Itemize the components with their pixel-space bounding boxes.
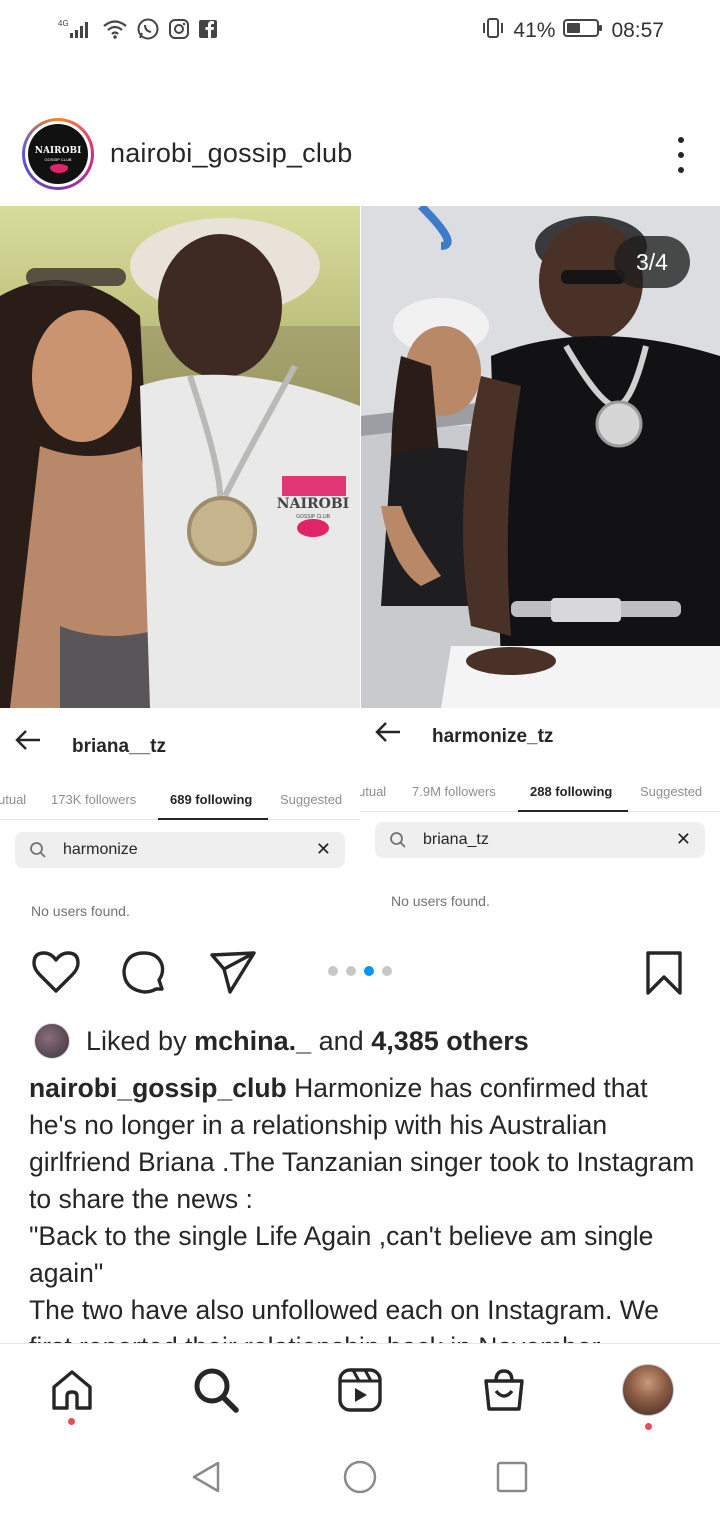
profile-notification-dot [645, 1423, 652, 1430]
more-options-icon[interactable] [676, 137, 686, 173]
carousel-dots [328, 966, 392, 976]
poster-avatar[interactable]: NAIROBI GOSSIP CLUB [22, 118, 94, 190]
lips-logo-icon [50, 164, 68, 173]
likes-prefix: Liked by [86, 1025, 195, 1056]
whatsapp-icon [136, 17, 160, 46]
follow-tabs: utual 173K followers 689 following Sugge… [0, 780, 360, 820]
carousel-dot [328, 966, 338, 976]
status-left-icons: 4G [58, 16, 218, 46]
panel-search-field: harmonize ✕ [15, 832, 345, 868]
photo-couple-left: NAIROBI GOSSIP CLUB [0, 206, 360, 708]
caption-username[interactable]: nairobi_gossip_club [29, 1073, 287, 1103]
battery-icon [563, 18, 603, 44]
panel-title: briana__tz [72, 736, 166, 757]
liker-username[interactable]: mchina._ [194, 1026, 311, 1056]
active-tab-indicator [158, 818, 268, 820]
clear-icon: ✕ [675, 829, 691, 849]
battery-percent: 41% [513, 19, 556, 42]
search-icon [389, 831, 407, 854]
wifi-icon [102, 18, 128, 45]
post-caption: nairobi_gossip_club Harmonize has confir… [29, 1070, 699, 1343]
clear-icon: ✕ [315, 839, 331, 859]
search-icon[interactable] [192, 1366, 240, 1414]
tab-mutual: utual [360, 784, 387, 799]
reels-icon[interactable] [336, 1366, 384, 1414]
liker-avatar [34, 1023, 70, 1059]
svg-text:4G: 4G [58, 19, 69, 28]
photo-couple-right: 3/4 [361, 206, 720, 708]
tab-suggested: Suggested [280, 792, 343, 807]
panel-title: harmonize_tz [432, 726, 554, 747]
bookmark-icon[interactable] [644, 949, 684, 1002]
tab-mutual: utual [0, 792, 27, 807]
carousel-dot-active [364, 966, 374, 976]
profile-avatar[interactable] [620, 1362, 676, 1418]
tab-followers: 173K followers [51, 792, 137, 807]
follow-tabs: utual 7.9M followers 288 following Sugge… [360, 772, 720, 812]
home-icon[interactable] [48, 1366, 96, 1414]
facebook-icon [198, 19, 218, 44]
avatar-logo-subtext: GOSSIP CLUB [44, 157, 72, 162]
post-header: NAIROBI GOSSIP CLUB nairobi_gossip_club [0, 112, 720, 198]
post-actions [0, 945, 720, 1001]
slide-counter: 3/4 [614, 236, 690, 288]
tab-following: 689 following [170, 792, 253, 807]
recents-icon[interactable] [494, 1459, 530, 1500]
panel-search-field: briana_tz ✕ [375, 822, 705, 858]
comment-icon[interactable] [120, 949, 168, 1002]
panel-search-value: briana_tz [423, 831, 489, 848]
search-icon [29, 841, 47, 864]
empty-result-text: No users found. [31, 903, 130, 919]
signal-icon: 4G [58, 18, 94, 45]
panel-search-value: harmonize [63, 841, 138, 858]
screenshot-panel-briana: briana__tz utual 173K followers 689 foll… [0, 708, 360, 938]
shop-icon[interactable] [480, 1366, 528, 1414]
home-circle-icon[interactable] [342, 1459, 378, 1500]
system-navigation [0, 1433, 720, 1520]
post-username[interactable]: nairobi_gossip_club [110, 138, 352, 169]
likes-middle: and [311, 1025, 372, 1056]
tab-suggested: Suggested [640, 784, 703, 799]
clock: 08:57 [611, 19, 664, 42]
active-tab-indicator [518, 810, 628, 812]
post-media[interactable]: NAIROBI GOSSIP CLUB 3/4 briana__tz utual… [0, 206, 720, 938]
screenshot-panel-harmonize: harmonize_tz utual 7.9M followers 288 fo… [360, 708, 720, 938]
back-arrow-icon [374, 720, 402, 749]
tab-followers: 7.9M followers [412, 784, 496, 799]
bottom-navigation [0, 1343, 720, 1433]
instagram-icon [168, 18, 190, 45]
avatar-logo-text: NAIROBI [34, 146, 82, 156]
status-bar: 4G 41% 08:57 [0, 0, 720, 62]
status-right-icons: 41% 08:57 [481, 16, 664, 46]
likes-count[interactable]: 4,385 others [371, 1026, 529, 1056]
empty-result-text: No users found. [391, 893, 490, 909]
back-arrow-icon [14, 728, 42, 757]
back-icon[interactable] [188, 1459, 224, 1500]
tab-following: 288 following [530, 784, 613, 799]
likes-row[interactable]: Liked by mchina._ and 4,385 others [34, 1022, 529, 1060]
home-notification-dot [68, 1418, 75, 1425]
caption-line-3: The two have also unfollowed each on Ins… [29, 1295, 659, 1343]
vibrate-icon [481, 17, 505, 45]
caption-line-2: "Back to the single Life Again ,can't be… [29, 1221, 654, 1288]
share-icon[interactable] [208, 949, 258, 1002]
likes-text: Liked by mchina._ and 4,385 others [86, 1026, 529, 1057]
watermark-title: NAIROBI [277, 496, 349, 512]
carousel-dot [346, 966, 356, 976]
carousel-dot [382, 966, 392, 976]
heart-icon[interactable] [32, 949, 80, 1000]
